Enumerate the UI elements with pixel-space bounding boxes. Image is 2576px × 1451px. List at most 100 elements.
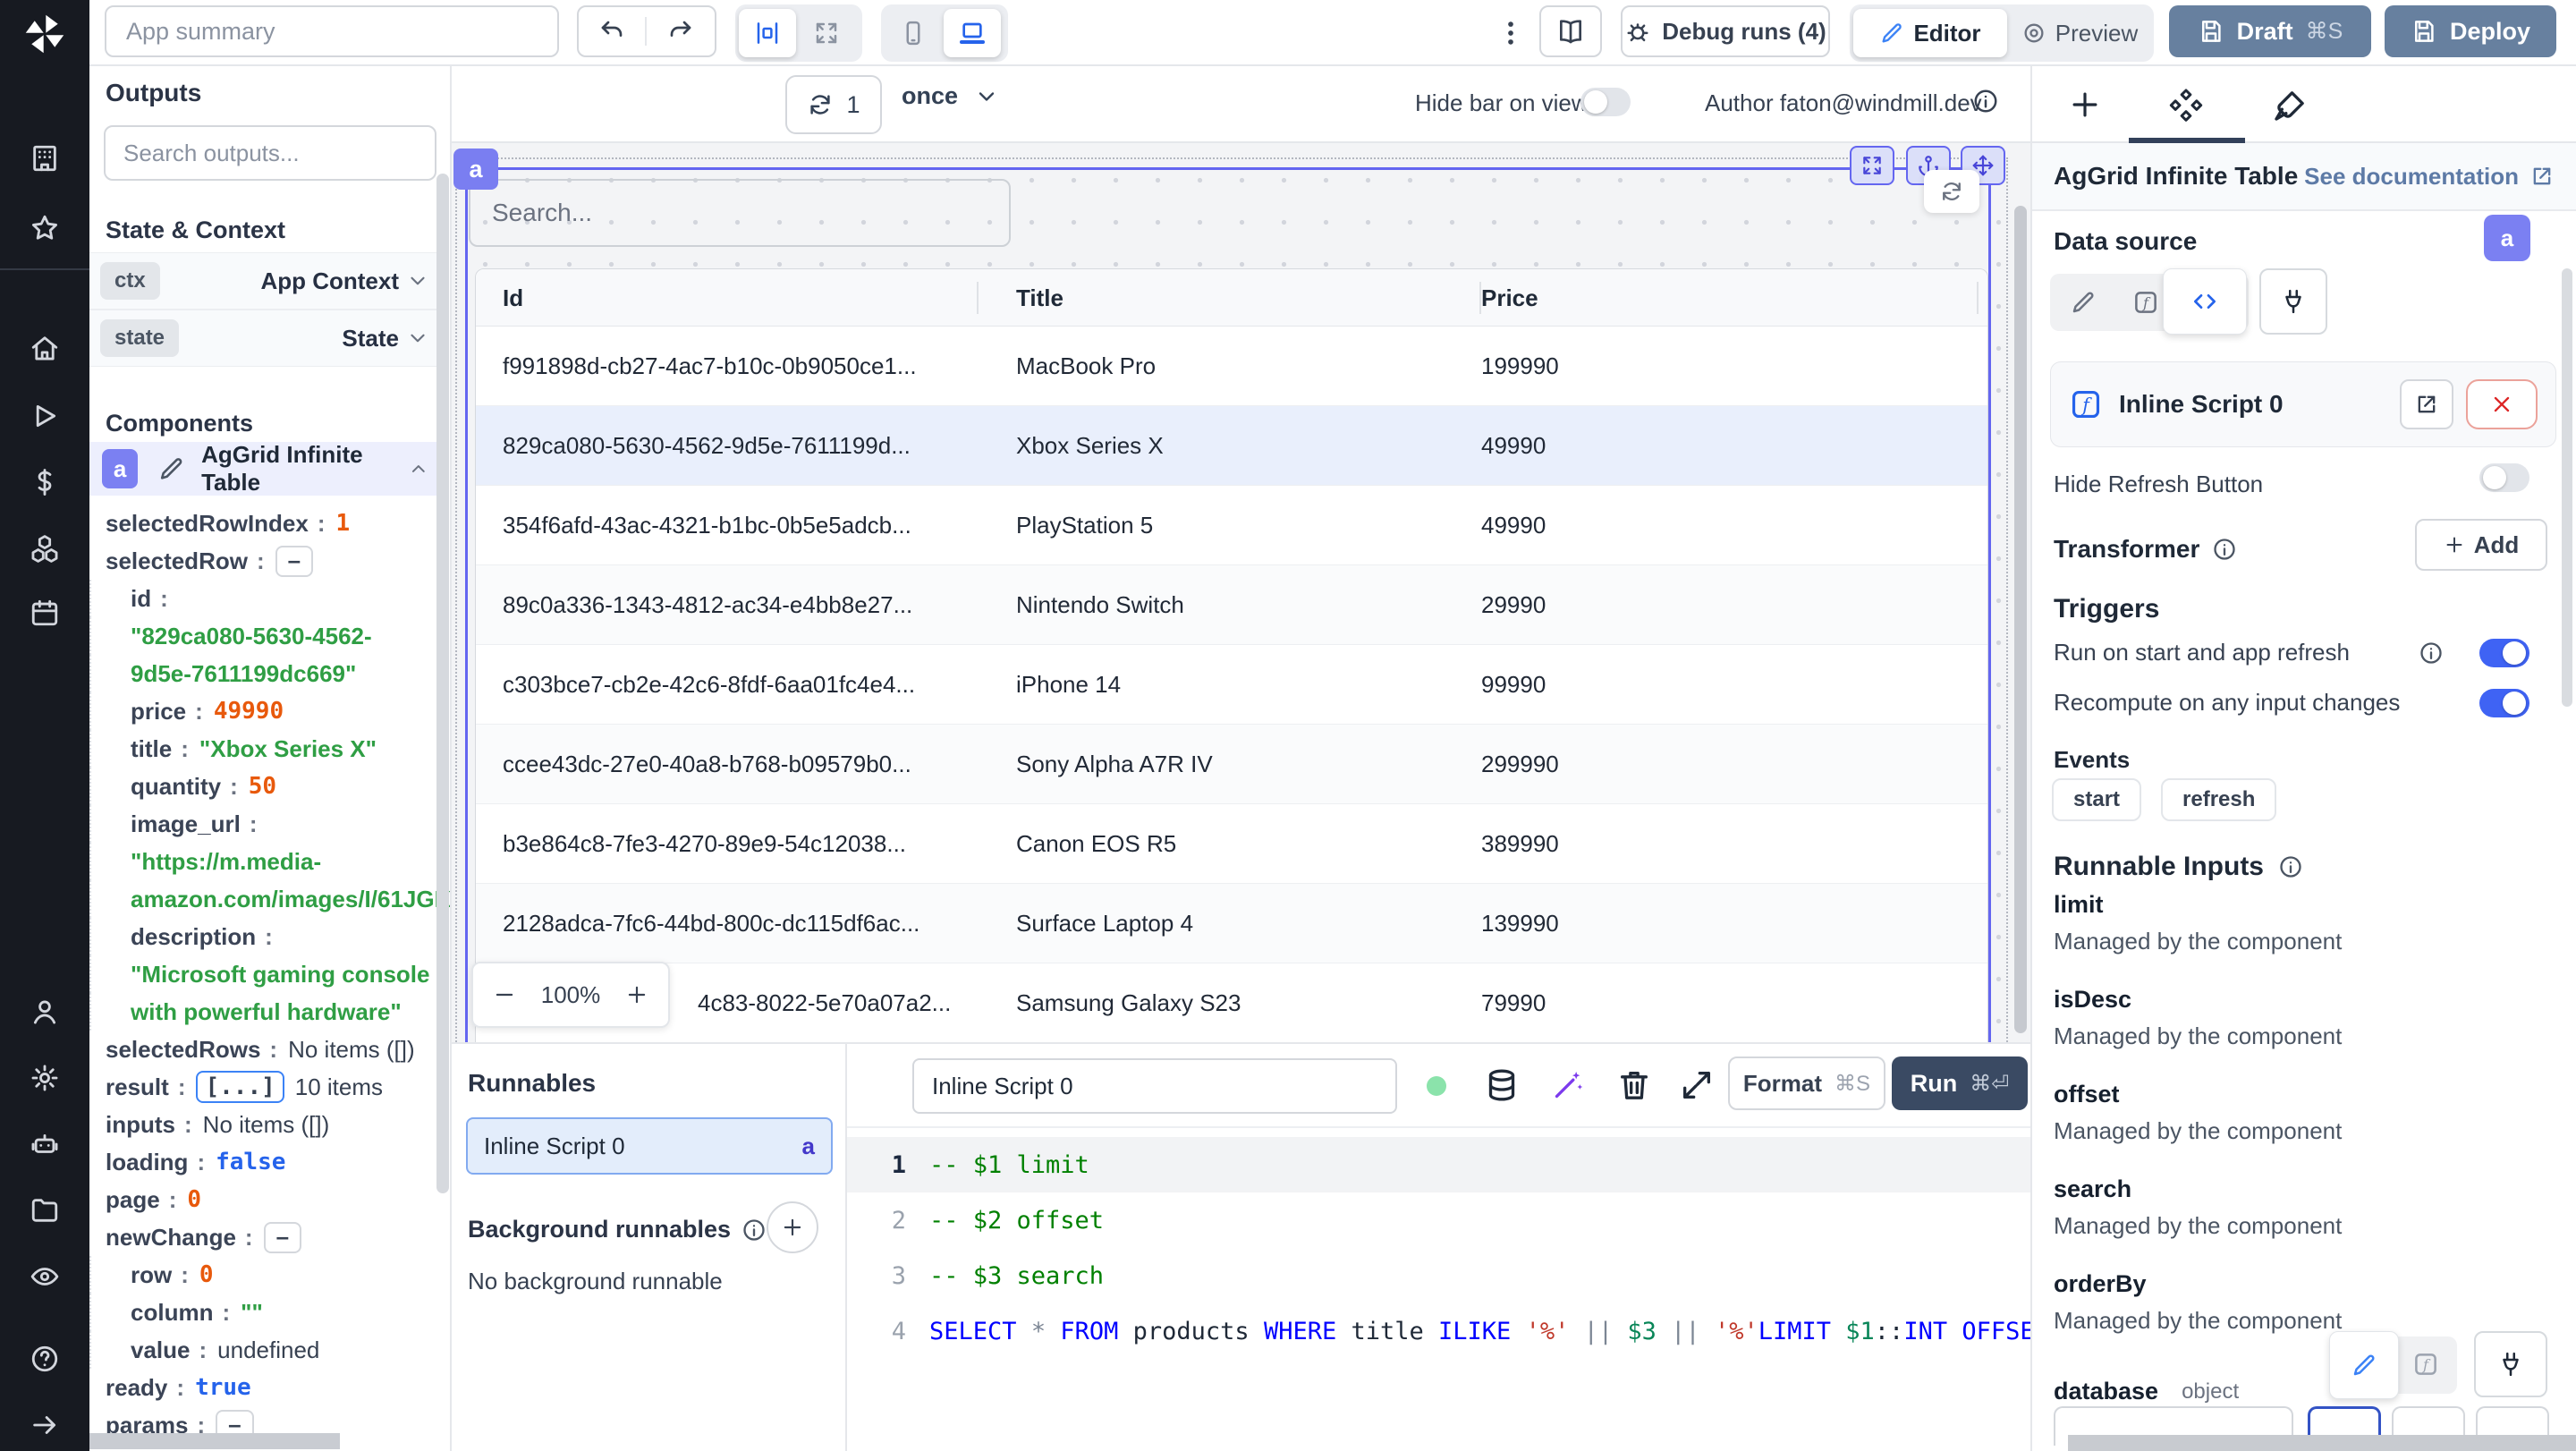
output-entry-value[interactable]: value: undefined (89, 1331, 435, 1369)
zoom-in-icon[interactable] (625, 983, 648, 1006)
format-button[interactable]: Format ⌘S (1728, 1056, 1885, 1110)
output-entry-row[interactable]: row:0 (89, 1256, 435, 1294)
table-row[interactable]: f991898d-cb27-4ac7-b10c-0b9050ce1... MacB… (476, 327, 1987, 406)
app-summary-input[interactable]: App summary (105, 5, 559, 57)
favorites-star-icon[interactable] (30, 213, 60, 243)
collapse-button[interactable]: – (275, 545, 314, 577)
debug-runs-button[interactable]: Debug runs (4) (1621, 5, 1830, 57)
add-background-runnable-button[interactable] (767, 1201, 818, 1253)
resources-icon[interactable] (30, 533, 60, 564)
windmill-logo-icon[interactable] (21, 11, 68, 57)
add-transformer-button[interactable]: Add (2415, 519, 2547, 571)
expand-rail-arrow-icon[interactable] (30, 1410, 60, 1440)
zoom-out-icon[interactable] (493, 983, 516, 1006)
audit-eye-icon[interactable] (30, 1261, 60, 1292)
output-entry-loading[interactable]: loading: false (89, 1143, 435, 1181)
table-row[interactable]: 2128adca-7fc6-44bd-800c-dc115df6ac... Sur… (476, 884, 1987, 963)
more-menu-kebab-icon[interactable] (1496, 18, 1526, 48)
component-list-item-aggrid[interactable]: a AgGrid Infinite Table (89, 441, 438, 496)
expand-editor-icon[interactable] (1679, 1067, 1715, 1103)
info-icon[interactable] (741, 1218, 767, 1243)
database-connect-plug-button[interactable] (2474, 1331, 2547, 1397)
ctx-row[interactable]: ctx App Context (89, 252, 438, 310)
table-row[interactable]: 354f6afd-43ac-4321-b1bc-0b5e5adcb... Play… (476, 486, 1987, 565)
pencil-icon[interactable] (157, 454, 185, 484)
expand-component-handle[interactable] (1850, 146, 1894, 185)
output-entry-description[interactable]: description: (89, 918, 435, 955)
output-entry-page[interactable]: page:0 (89, 1181, 435, 1218)
table-row[interactable]: ccee43dc-27e0-40a8-b768-b09579b0... Sony … (476, 725, 1987, 804)
schedules-icon[interactable] (30, 598, 60, 628)
redo-icon[interactable] (647, 17, 715, 46)
table-row[interactable]: 829ca080-5630-4562-9d5e-7611199d... Xbox … (476, 406, 1987, 486)
settings-gear-icon[interactable] (30, 1063, 60, 1093)
output-entry-inputs[interactable]: inputs: No items ([]) (89, 1106, 435, 1143)
home-icon[interactable] (30, 333, 60, 363)
canvas-scrollbar-vertical[interactable] (2014, 206, 2027, 1033)
hide-bar-toggle[interactable] (1580, 88, 1631, 116)
code-line-3[interactable]: 3 -- $3 search (847, 1248, 2030, 1303)
static-pencil-mode-icon[interactable] (2070, 289, 2097, 316)
run-button[interactable]: Run ⌘⏎ (1892, 1056, 2028, 1110)
undo-icon[interactable] (579, 17, 647, 46)
output-entry-image_url[interactable]: image_url: (89, 805, 435, 843)
output-entry-ready[interactable]: ready: true (89, 1369, 435, 1406)
variables-dollar-icon[interactable] (30, 467, 60, 497)
desktop-view-button[interactable] (944, 9, 1001, 57)
static-pencil-active-button[interactable] (2329, 1331, 2399, 1399)
table-row[interactable]: 4c83-8022-5e70a07a2... Samsung Galaxy S23… (476, 963, 1987, 1042)
outputs-scrollbar-horizontal[interactable] (89, 1433, 340, 1449)
workers-robot-icon[interactable] (30, 1129, 60, 1159)
expand-array-button[interactable]: [...] (196, 1071, 284, 1103)
chevron-down-icon[interactable] (406, 327, 429, 350)
code-line-2[interactable]: 2 -- $2 offset (847, 1192, 2030, 1248)
ai-wand-icon[interactable] (1550, 1067, 1586, 1103)
deploy-button[interactable]: Deploy (2385, 5, 2556, 57)
styling-brush-tab[interactable] (2272, 88, 2308, 123)
output-entry-selectedRowIndex[interactable]: selectedRowIndex:1 (89, 505, 435, 542)
center-align-button[interactable] (739, 9, 796, 57)
event-chip-refresh[interactable]: refresh (2161, 778, 2277, 821)
trigger-toggle[interactable] (2479, 639, 2529, 667)
docs-book-button[interactable] (1539, 5, 1602, 57)
output-entry-selectedRow[interactable]: selectedRow: – (89, 542, 435, 580)
frequency-dropdown[interactable]: once (902, 82, 999, 110)
users-icon[interactable] (30, 997, 60, 1027)
code-area[interactable]: 1 -- $1 limit 2 -- $2 offset 3 -- $3 search 4 S… (847, 1126, 2180, 1451)
output-entry-id[interactable]: id: (89, 580, 435, 617)
state-row[interactable]: state State (89, 310, 438, 367)
info-icon[interactable] (2278, 854, 2303, 879)
fullwidth-button[interactable] (798, 9, 855, 57)
runnable-item-inline-script-0[interactable]: Inline Script 0 a (466, 1117, 833, 1175)
code-mode-active-button[interactable] (2163, 268, 2247, 335)
external-link-icon[interactable] (2529, 164, 2555, 189)
output-entry-title[interactable]: title: "Xbox Series X" (89, 730, 435, 768)
hide-refresh-toggle[interactable] (2479, 463, 2529, 492)
settings-scrollbar-horizontal[interactable] (2068, 1435, 2576, 1451)
settings-scrollbar-vertical[interactable] (2562, 268, 2572, 707)
trigger-toggle[interactable] (2479, 689, 2529, 717)
info-icon[interactable] (1972, 88, 1999, 115)
column-header-id[interactable]: Id (503, 269, 523, 327)
output-entry-column[interactable]: column: "" (89, 1294, 435, 1331)
insert-component-plus-tab[interactable] (2068, 88, 2102, 122)
output-entry-price[interactable]: price:49990 (89, 692, 435, 730)
app-canvas[interactable]: a Search... Id Title Price f991898d-cb27-4… (452, 143, 2030, 1042)
output-entry-result[interactable]: result: [...] 10 items (89, 1068, 435, 1106)
info-icon[interactable] (2419, 641, 2444, 666)
script-name-input[interactable]: Inline Script 0 (912, 1058, 1397, 1114)
draft-button[interactable]: Draft ⌘S (2169, 5, 2371, 57)
remove-script-button[interactable] (2466, 379, 2538, 429)
component-refresh-button[interactable] (1924, 170, 1979, 213)
output-entry-quantity[interactable]: quantity:50 (89, 768, 435, 805)
table-row[interactable]: c303bce7-cb2e-42c6-8fdf-6aa01fc4e4... iPh… (476, 645, 1987, 725)
inline-script-row[interactable]: f Inline Script 0 (2050, 361, 2556, 447)
event-chip-start[interactable]: start (2052, 778, 2142, 821)
table-row[interactable]: b3e864c8-7fe3-4270-89e9-54c12038... Canon… (476, 804, 1987, 884)
column-header-title[interactable]: Title (1016, 269, 1063, 327)
code-line-1[interactable]: 1 -- $1 limit (847, 1137, 2030, 1192)
output-entry-newChange[interactable]: newChange: – (89, 1218, 435, 1256)
tab-preview[interactable]: Preview (2009, 9, 2150, 57)
workspace-icon[interactable] (30, 143, 60, 174)
settings-components-tab[interactable] (2168, 88, 2204, 123)
